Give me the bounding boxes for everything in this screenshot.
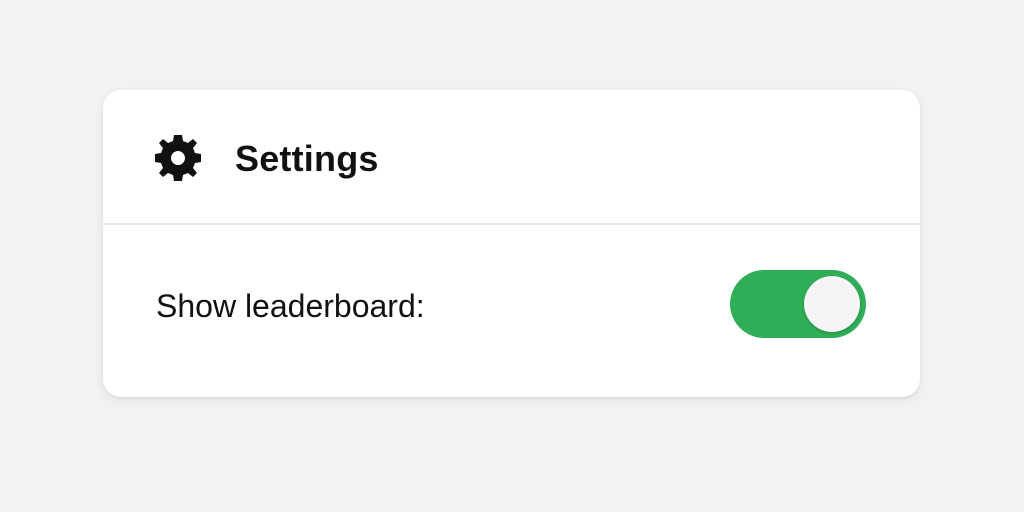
settings-header: Settings: [103, 90, 920, 224]
settings-card: Settings Show leaderboard:: [103, 90, 920, 397]
page-title: Settings: [235, 138, 379, 179]
gear-icon: [153, 133, 203, 183]
show-leaderboard-toggle[interactable]: [730, 270, 866, 338]
toggle-knob: [804, 276, 860, 332]
show-leaderboard-label: Show leaderboard:: [156, 288, 425, 324]
setting-row-show-leaderboard: Show leaderboard:: [103, 225, 920, 397]
